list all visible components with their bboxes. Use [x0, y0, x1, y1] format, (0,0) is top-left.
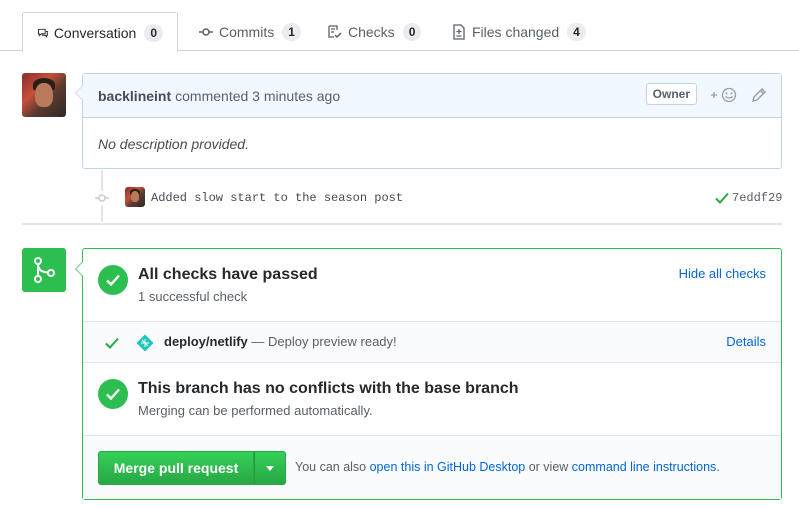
tab-commits[interactable]: Commits 1: [184, 12, 315, 51]
pencil-icon: [752, 88, 766, 102]
conflict-title: This branch has no conflicts with the ba…: [138, 380, 519, 397]
tab-checks-count: 0: [402, 22, 422, 41]
timeline-separator: [22, 223, 782, 225]
check-name: deploy/netlify: [164, 334, 248, 349]
tab-files-changed-count: 4: [567, 22, 586, 41]
pr-description-comment: backlineint commented 3 minutes ago Owne…: [75, 73, 782, 169]
commit-message[interactable]: Added slow start to the season post: [151, 191, 403, 205]
comment-body: No description provided.: [98, 136, 249, 152]
check-icon: [105, 337, 119, 349]
comment-author[interactable]: backlineint: [98, 88, 171, 104]
edit-comment-button[interactable]: [751, 86, 767, 104]
check-row-netlify: deploy/netlify — Deploy preview ready! D…: [83, 321, 781, 363]
caret-down-icon: [266, 465, 274, 471]
check-icon[interactable]: [715, 192, 729, 204]
tab-files-changed[interactable]: Files changed 4: [437, 12, 600, 51]
tab-commits-label: Commits: [219, 23, 275, 40]
merge-alternatives-note: You can also open this in GitHub Desktop…: [295, 460, 720, 474]
tab-checks-label: Checks: [348, 23, 395, 40]
merge-footer: Merge pull request You can also open thi…: [83, 435, 781, 499]
tab-files-changed-label: Files changed: [472, 23, 560, 40]
command-line-instructions-link[interactable]: command line instructions: [572, 460, 717, 474]
tab-conversation-label: Conversation: [53, 24, 137, 41]
tab-conversation[interactable]: Conversation 0: [22, 12, 178, 52]
checks-subtitle: 1 successful check: [138, 289, 248, 304]
note-suffix: .: [716, 460, 720, 474]
check-context: deploy/netlify — Deploy preview ready!: [164, 334, 397, 349]
merge-status-box: All checks have passed 1 successful chec…: [75, 248, 782, 500]
author-avatar[interactable]: [22, 73, 66, 117]
note-prefix: You can also: [295, 460, 370, 474]
conflict-subtitle: Merging can be performed automatically.: [138, 403, 373, 418]
commit-sha[interactable]: 7eddf29: [732, 191, 782, 205]
merge-method-dropdown[interactable]: [254, 451, 286, 485]
tab-checks[interactable]: Checks 0: [313, 12, 435, 51]
checks-title: All checks have passed: [138, 266, 318, 283]
git-commit-icon: [199, 27, 213, 36]
pr-tab-bar: Conversation 0 Commits 1 Checks 0 Files …: [0, 0, 799, 52]
git-commit-icon: [95, 191, 109, 205]
tab-conversation-count: 0: [144, 23, 163, 42]
comment-timestamp: commented 3 minutes ago: [175, 87, 341, 104]
note-middle: or view: [525, 460, 572, 474]
check-icon: [106, 274, 120, 287]
no-conflicts-status: [98, 379, 128, 409]
smiley-icon: [711, 87, 737, 103]
comment-discussion-icon: [37, 28, 48, 38]
add-reaction-button[interactable]: [709, 86, 739, 104]
check-description: — Deploy preview ready!: [247, 334, 397, 349]
check-icon: [106, 388, 120, 401]
commit-author-avatar[interactable]: [125, 187, 145, 207]
hide-all-checks-link[interactable]: Hide all checks: [679, 266, 766, 281]
tab-commits-count: 1: [282, 22, 301, 41]
checks-passed-status: [98, 265, 128, 295]
git-merge-icon: [22, 248, 66, 292]
netlify-logo-icon: [136, 334, 154, 352]
owner-badge: Owner: [645, 83, 697, 105]
merge-pull-request-button[interactable]: Merge pull request: [98, 451, 254, 485]
checklist-icon: [328, 24, 342, 38]
open-in-desktop-link[interactable]: open this in GitHub Desktop: [370, 460, 526, 474]
file-diff-icon: [453, 23, 465, 40]
check-details-link[interactable]: Details: [726, 334, 766, 349]
